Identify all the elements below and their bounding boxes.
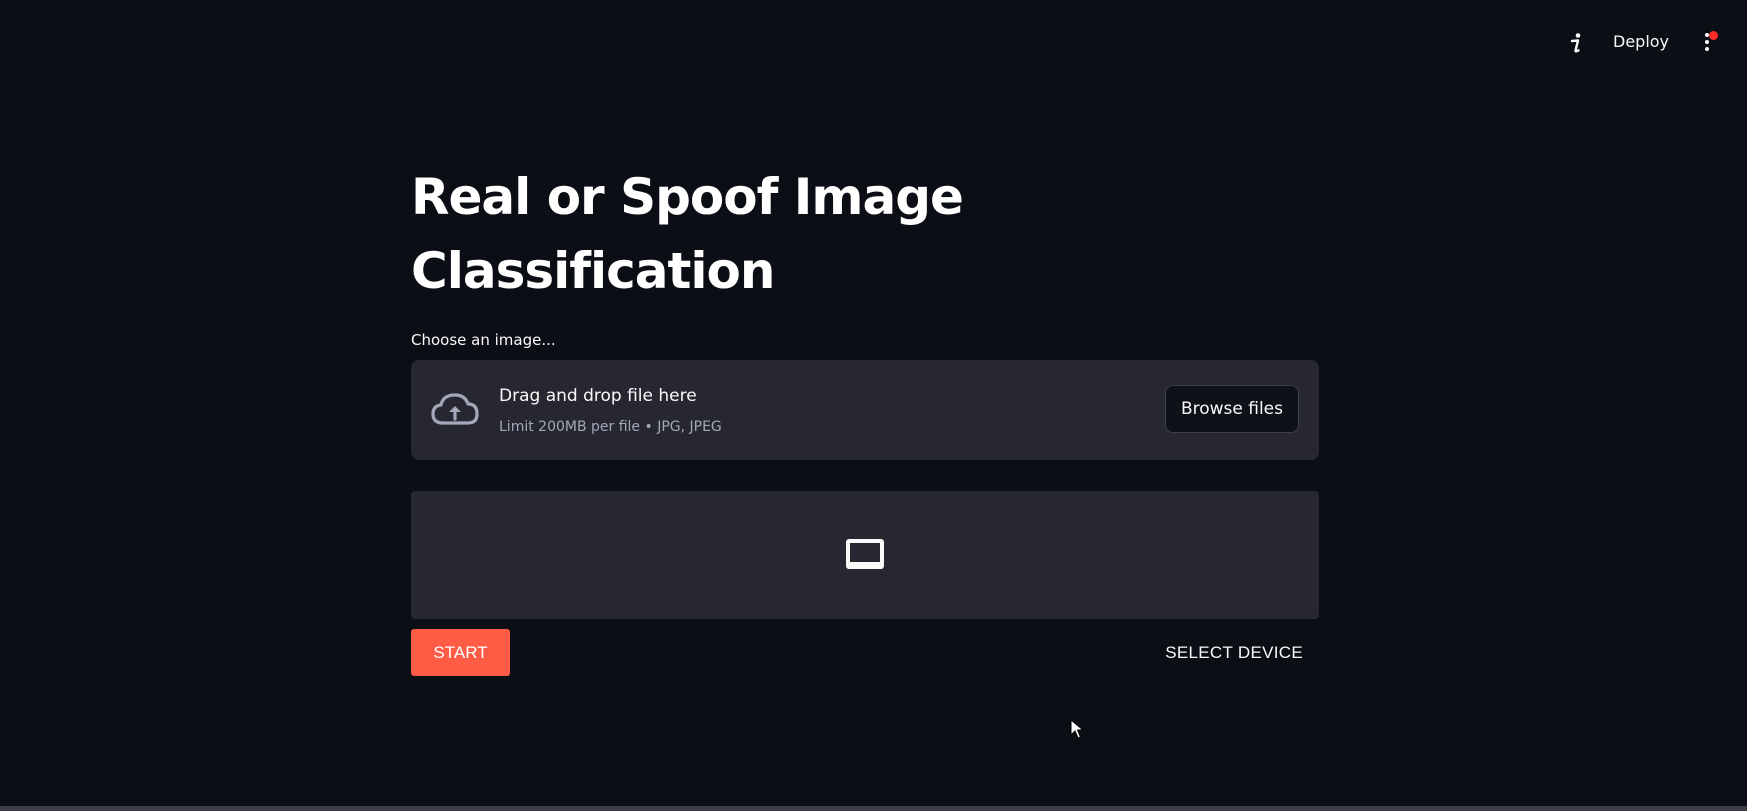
webrtc-controls: START SELECT DEVICE [411, 629, 1319, 676]
info-icon[interactable] [1564, 30, 1588, 56]
file-dropzone[interactable]: Drag and drop file here Limit 200MB per … [411, 360, 1319, 460]
webcam-video-area [411, 491, 1319, 619]
app-root: Deploy Real or Spoof Image Classificatio… [0, 0, 1747, 811]
browse-files-button[interactable]: Browse files [1164, 385, 1299, 433]
notification-dot [1709, 31, 1718, 40]
file-uploader-label: Choose an image... [411, 331, 556, 349]
main-menu-button[interactable] [1696, 28, 1718, 56]
dropzone-limit-text: Limit 200MB per file • JPG, JPEG [499, 419, 722, 435]
deploy-button[interactable]: Deploy [1605, 26, 1677, 58]
header-bar: Deploy [0, 0, 1747, 84]
mouse-cursor-icon [1070, 718, 1085, 739]
bottom-edge-bar [0, 806, 1747, 811]
dropzone-instructions: Drag and drop file here [499, 386, 697, 406]
kebab-menu-dot [1705, 47, 1709, 51]
page-title: Real or Spoof Image Classification [411, 168, 964, 300]
kebab-menu-dot [1705, 40, 1709, 44]
cloud-upload-icon [430, 391, 480, 429]
main-content: Real or Spoof Image Classification Choos… [411, 160, 1319, 676]
select-device-button[interactable]: SELECT DEVICE [1159, 629, 1309, 676]
monitor-icon [844, 537, 886, 573]
start-button[interactable]: START [411, 629, 510, 676]
